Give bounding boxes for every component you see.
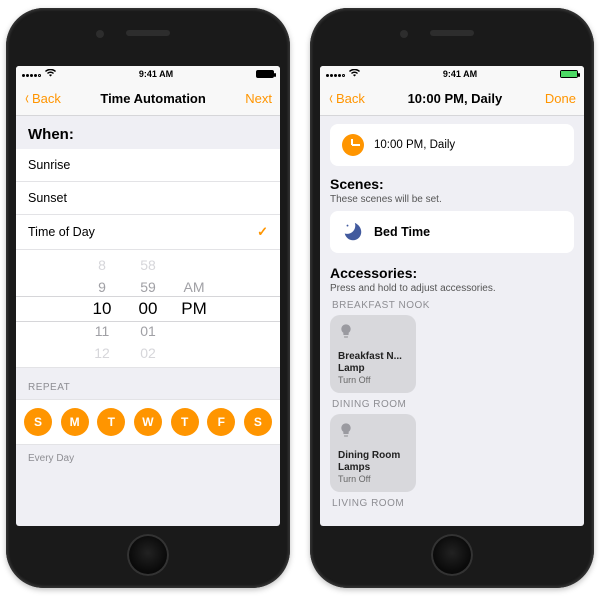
signal-dots-icon <box>326 69 346 79</box>
nav-bar: ‹ Back Time Automation Next <box>16 82 280 116</box>
battery-icon <box>560 70 578 78</box>
signal-dots-icon <box>22 69 42 79</box>
repeat-label: REPEAT <box>16 368 280 399</box>
bed-time-icon <box>342 221 364 243</box>
day-toggle[interactable]: M <box>61 408 89 436</box>
home-button[interactable] <box>431 534 473 576</box>
done-button[interactable]: Done <box>545 91 576 106</box>
time-picker[interactable]: 8 9 10 11 12 58 59 00 01 02 AM PM <box>16 250 280 368</box>
back-label: Back <box>32 91 61 106</box>
chevron-left-icon: ‹ <box>25 92 29 105</box>
picker-minute[interactable]: 58 59 00 01 02 <box>125 254 171 364</box>
repeat-summary: Every Day <box>16 445 280 472</box>
status-bar: 9:41 AM <box>16 66 280 82</box>
accessory-name: Breakfast N... Lamp <box>338 351 408 374</box>
automation-summary-card[interactable]: 10:00 PM, Daily <box>330 124 574 166</box>
content-right: 10:00 PM, Daily Scenes: These scenes wil… <box>320 116 584 526</box>
next-button[interactable]: Next <box>245 91 272 106</box>
phone-frame-right: 9:41 AM ‹ Back 10:00 PM, Daily Done 10:0… <box>310 8 594 588</box>
wifi-icon <box>349 69 360 79</box>
room-label: DINING ROOM <box>332 399 572 410</box>
room-label: BREAKFAST NOOK <box>332 300 572 311</box>
lightbulb-icon <box>338 422 354 438</box>
accessories-heading: Accessories: <box>330 265 574 281</box>
picker-hour[interactable]: 8 9 10 11 12 <box>79 254 125 364</box>
clock-icon <box>342 134 364 156</box>
day-toggle[interactable]: T <box>171 408 199 436</box>
accessory-tile[interactable]: Breakfast N... Lamp Turn Off <box>330 315 416 393</box>
room-label: LIVING ROOM <box>332 498 572 509</box>
option-label: Sunset <box>28 191 67 205</box>
accessory-state: Turn Off <box>338 474 408 484</box>
status-time: 9:41 AM <box>443 69 477 79</box>
accessories-section: Accessories: Press and hold to adjust ac… <box>330 265 574 509</box>
back-label: Back <box>336 91 365 106</box>
back-button[interactable]: ‹ Back <box>328 91 365 106</box>
day-toggle[interactable]: S <box>244 408 272 436</box>
option-time-of-day[interactable]: Time of Day ✓ <box>16 215 280 250</box>
scenes-heading: Scenes: <box>330 176 574 192</box>
option-sunrise[interactable]: Sunrise <box>16 149 280 182</box>
battery-icon <box>256 70 274 78</box>
day-toggle[interactable]: T <box>97 408 125 436</box>
accessory-name: Dining Room Lamps <box>338 450 408 473</box>
day-toggle[interactable]: F <box>207 408 235 436</box>
checkmark-icon: ✓ <box>257 224 268 240</box>
accessory-tile[interactable]: Dining Room Lamps Turn Off <box>330 414 416 492</box>
scenes-sub: These scenes will be set. <box>330 194 574 205</box>
picker-ampm[interactable]: AM PM <box>171 254 217 364</box>
lightbulb-icon <box>338 323 354 339</box>
repeat-days: S M T W T F S <box>16 399 280 445</box>
phone-frame-left: 9:41 AM ‹ Back Time Automation Next When… <box>6 8 290 588</box>
page-title: Time Automation <box>100 91 205 106</box>
option-sunset[interactable]: Sunset <box>16 182 280 215</box>
accessories-sub: Press and hold to adjust accessories. <box>330 283 574 294</box>
status-bar: 9:41 AM <box>320 66 584 82</box>
option-label: Sunrise <box>28 158 70 172</box>
day-toggle[interactable]: S <box>24 408 52 436</box>
scene-row[interactable]: Bed Time <box>330 211 574 253</box>
screen-right: 9:41 AM ‹ Back 10:00 PM, Daily Done 10:0… <box>320 66 584 526</box>
when-label: When: <box>16 116 280 149</box>
accessory-state: Turn Off <box>338 375 408 385</box>
back-button[interactable]: ‹ Back <box>24 91 61 106</box>
home-button[interactable] <box>127 534 169 576</box>
scene-name: Bed Time <box>374 225 430 239</box>
content-left: When: Sunrise Sunset Time of Day ✓ 8 9 1… <box>16 116 280 526</box>
option-label: Time of Day <box>28 225 95 239</box>
summary-text: 10:00 PM, Daily <box>374 139 455 151</box>
status-time: 9:41 AM <box>139 69 173 79</box>
screen-left: 9:41 AM ‹ Back Time Automation Next When… <box>16 66 280 526</box>
day-toggle[interactable]: W <box>134 408 162 436</box>
chevron-left-icon: ‹ <box>329 92 333 105</box>
nav-bar: ‹ Back 10:00 PM, Daily Done <box>320 82 584 116</box>
scenes-section: Scenes: These scenes will be set. Bed Ti… <box>330 176 574 253</box>
page-title: 10:00 PM, Daily <box>408 91 503 106</box>
wifi-icon <box>45 69 56 79</box>
